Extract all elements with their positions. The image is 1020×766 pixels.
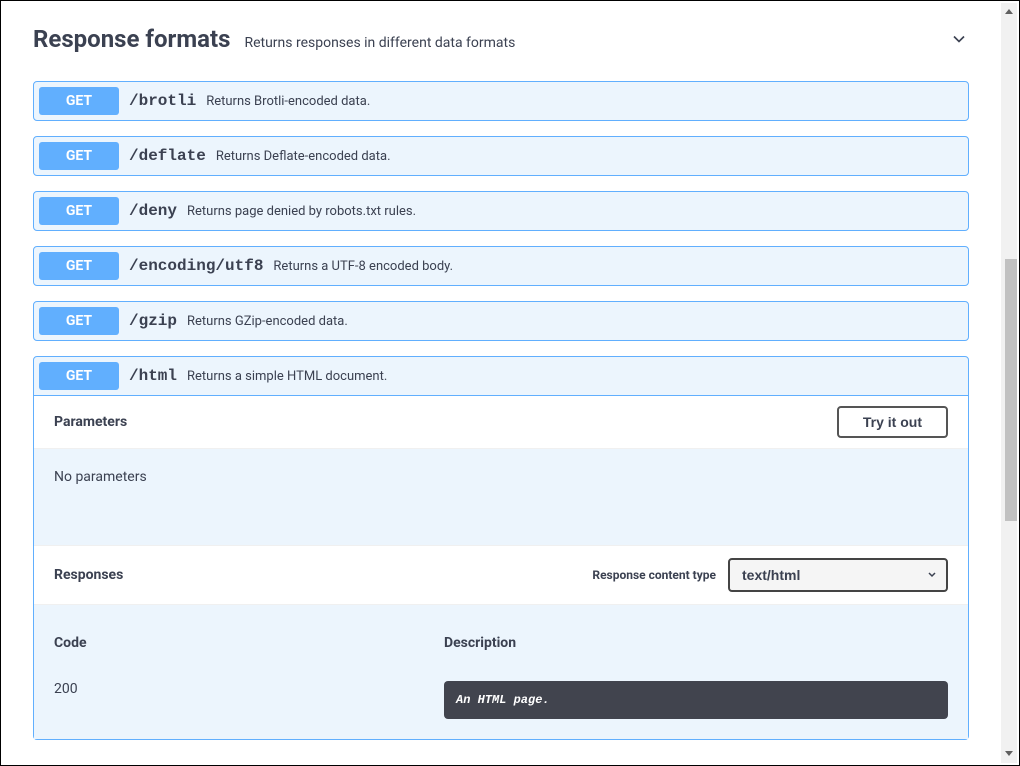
parameters-label: Parameters	[54, 414, 127, 430]
endpoint-path: /deflate	[129, 147, 206, 165]
endpoint-summary[interactable]: GET /html Returns a simple HTML document…	[34, 357, 968, 395]
endpoint-path: /html	[129, 367, 177, 385]
code-column-header: Code	[54, 635, 444, 651]
content-type-select[interactable]: text/html	[728, 558, 948, 592]
endpoint-brotli[interactable]: GET /brotli Returns Brotli-encoded data.	[33, 81, 969, 121]
scroll-down-arrow-icon[interactable]	[1001, 745, 1017, 761]
endpoint-path: /gzip	[129, 312, 177, 330]
method-badge: GET	[39, 142, 119, 170]
endpoint-deny[interactable]: GET /deny Returns page denied by robots.…	[33, 191, 969, 231]
method-badge: GET	[39, 197, 119, 225]
endpoint-description: Returns page denied by robots.txt rules.	[187, 204, 416, 219]
endpoint-description: Returns a UTF-8 encoded body.	[273, 259, 453, 274]
endpoint-body: Parameters Try it out No parameters Resp…	[34, 395, 968, 739]
content-type-label: Response content type	[592, 568, 716, 582]
response-row: 200 An HTML page.	[54, 681, 948, 719]
response-code: 200	[54, 681, 444, 697]
endpoint-description: Returns a simple HTML document.	[187, 369, 387, 384]
method-badge: GET	[39, 87, 119, 115]
responses-label: Responses	[54, 567, 123, 583]
try-it-out-button[interactable]: Try it out	[837, 406, 948, 438]
scroll-up-arrow-icon[interactable]	[1001, 3, 1017, 19]
endpoint-description: Returns GZip-encoded data.	[187, 314, 348, 329]
response-table: Code Description 200 An HTML page.	[34, 605, 968, 739]
endpoint-path: /encoding/utf8	[129, 257, 263, 275]
scrollbar-thumb[interactable]	[1005, 259, 1017, 521]
endpoint-gzip[interactable]: GET /gzip Returns GZip-encoded data.	[33, 301, 969, 341]
method-badge: GET	[39, 252, 119, 280]
endpoint-description: Returns Brotli-encoded data.	[206, 94, 370, 109]
method-badge: GET	[39, 362, 119, 390]
section-title: Response formats	[33, 25, 230, 53]
api-docs-panel: Response formats Returns responses in di…	[5, 5, 997, 761]
endpoint-encoding-utf8[interactable]: GET /encoding/utf8 Returns a UTF-8 encod…	[33, 246, 969, 286]
endpoint-path: /deny	[129, 202, 177, 220]
description-column-header: Description	[444, 635, 948, 651]
response-description: An HTML page.	[444, 681, 948, 719]
endpoint-html: GET /html Returns a simple HTML document…	[33, 356, 969, 740]
section-header[interactable]: Response formats Returns responses in di…	[33, 25, 969, 57]
no-parameters-text: No parameters	[34, 449, 968, 545]
section-description: Returns responses in different data form…	[244, 35, 515, 51]
chevron-down-icon[interactable]	[949, 29, 969, 49]
endpoint-deflate[interactable]: GET /deflate Returns Deflate-encoded dat…	[33, 136, 969, 176]
method-badge: GET	[39, 307, 119, 335]
endpoint-description: Returns Deflate-encoded data.	[216, 149, 391, 164]
endpoint-path: /brotli	[129, 92, 196, 110]
